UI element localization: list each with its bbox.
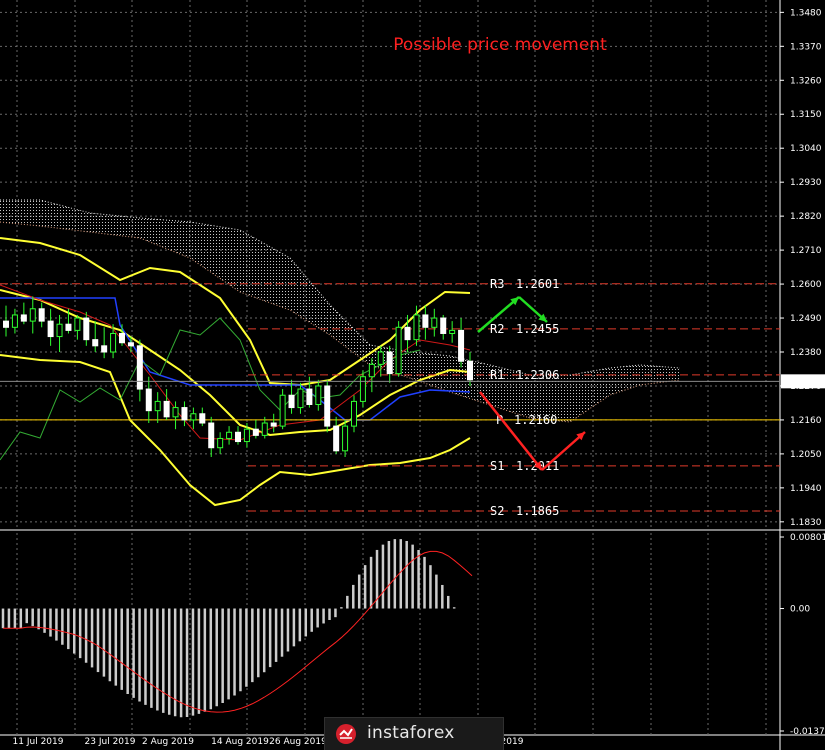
y-tick-label: 1.2380	[790, 348, 822, 358]
red-arrow-up	[541, 431, 586, 471]
y-tick-label: 1.3040	[790, 144, 822, 154]
candle-body	[449, 329, 456, 334]
candle-body	[83, 317, 90, 341]
green-arrow-down	[518, 296, 548, 323]
candle-body	[154, 400, 161, 412]
y-tick-label: 1.2490	[790, 314, 822, 324]
current-price-label: 1.2285	[790, 377, 822, 387]
candle-body	[172, 407, 179, 418]
instaforex-brand: instaforex	[367, 723, 455, 743]
y-tick-label: 1.2050	[790, 450, 822, 460]
candle-body	[29, 308, 36, 322]
candle-body	[351, 400, 357, 427]
candle-body	[56, 323, 63, 338]
candle-body	[306, 388, 313, 405]
x-tick-label: 23 Jul 2019	[85, 737, 136, 747]
osc-tick-label: 0.00	[790, 605, 810, 615]
candle-body	[217, 437, 224, 449]
y-tick-label: 1.2160	[790, 416, 822, 426]
candle-body	[386, 351, 393, 375]
instaforex-watermark: instaforex	[324, 717, 504, 750]
pivot-label-s2: S2	[490, 504, 504, 518]
candle-body	[458, 329, 465, 362]
pivot-value-s2: 1.1865	[516, 504, 559, 518]
pivot-label-s1: S1	[490, 459, 504, 473]
pivot-value-r2: 1.2455	[516, 322, 559, 336]
candle-body	[252, 428, 259, 436]
candle-body	[395, 326, 402, 375]
y-tick-label: 1.1830	[790, 518, 822, 528]
x-tick-label: 2019	[501, 737, 524, 747]
y-tick-label: 1.2600	[790, 280, 822, 290]
candle-body	[136, 345, 143, 390]
price-chart: 1.3480 1.3370 1.3260 1.3150 1.3040 1.2930 1.28…	[0, 0, 825, 750]
y-tick-label: 1.2820	[790, 212, 822, 222]
candle-body	[315, 385, 322, 405]
candle-body	[74, 317, 81, 331]
candle-body	[324, 385, 331, 427]
candle-body	[413, 314, 420, 341]
candle-body	[65, 323, 72, 331]
osc-tick-label: 0.00801	[790, 533, 825, 543]
candle-body	[467, 360, 473, 381]
instaforex-logo-icon	[336, 724, 356, 744]
x-tick-label: 2 Aug 2019	[142, 737, 194, 747]
candle-body	[208, 422, 215, 449]
candle-body	[226, 431, 233, 439]
candle-body	[38, 308, 45, 322]
pivot-value-r3: 1.2601	[516, 277, 559, 291]
y-tick-label: 1.1940	[790, 484, 822, 494]
y-tick-label: 1.3150	[790, 110, 822, 120]
y-tick-label: 1.2710	[790, 246, 822, 256]
candle-body	[243, 428, 250, 443]
candle-body	[101, 345, 108, 353]
pivot-value-p: 1.2160	[514, 413, 557, 427]
candle-body	[261, 422, 268, 436]
bollinger-lower	[0, 354, 471, 507]
candle-body	[342, 425, 349, 452]
pivot-label-r3: R3	[490, 277, 504, 291]
pivot-value-r1: 1.2306	[516, 368, 559, 382]
candle-body	[288, 394, 295, 409]
candle-body	[404, 326, 411, 341]
pivot-label-r2: R2	[490, 322, 504, 336]
x-tick-label: 26 Aug 2019	[269, 737, 327, 747]
x-tick-label: 11 Jul 2019	[13, 737, 64, 747]
candle-body	[235, 431, 241, 443]
candle-body	[431, 317, 438, 328]
red-arrow-up-path	[541, 431, 586, 471]
y-tick-label: 1.2930	[790, 178, 822, 188]
candle-body	[297, 388, 304, 409]
candle-body	[20, 314, 27, 322]
candle-body	[119, 332, 125, 344]
y-tick-label: 1.3370	[790, 42, 822, 52]
candle-body	[279, 394, 286, 427]
candle-body	[127, 342, 134, 347]
candle-body	[199, 413, 206, 424]
candle-body	[47, 320, 54, 338]
candle-body	[11, 314, 18, 328]
chart-window: 1.3480 1.3370 1.3260 1.3150 1.3040 1.2930 1.28…	[0, 0, 825, 750]
candle-body	[440, 317, 447, 334]
y-tick-label: 1.3480	[790, 8, 822, 18]
candle-body	[145, 388, 152, 412]
candle-body	[163, 400, 170, 418]
candle-body	[110, 332, 117, 353]
candle-body	[368, 363, 375, 378]
osc-tick-label: -0.01371	[790, 727, 825, 737]
chart-title: Possible price movement	[393, 35, 607, 55]
candle-body	[377, 351, 384, 365]
candle-body	[422, 314, 429, 328]
candle-body	[190, 413, 197, 421]
candle-body	[270, 422, 277, 427]
candle-body	[92, 339, 99, 347]
candle-body	[359, 376, 366, 402]
candle-body	[3, 320, 9, 328]
pivot-label-r1: R1	[490, 368, 504, 382]
x-tick-label: 14 Aug 2019	[211, 737, 269, 747]
candle-body	[333, 425, 340, 452]
y-tick-label: 1.3260	[790, 76, 822, 86]
candle-body	[181, 407, 188, 421]
